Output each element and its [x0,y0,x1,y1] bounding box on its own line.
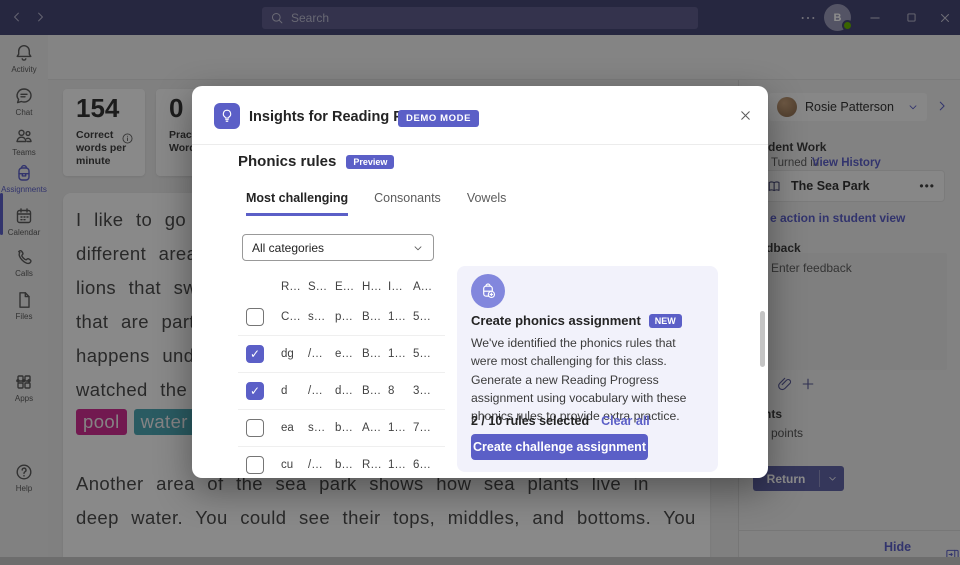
phonics-tabs: Most challenging Consonants Vowels [246,191,506,216]
create-challenge-assignment-button[interactable]: Create challenge assignment [471,434,648,460]
table-row: cu /… b… R… 1… 6… [238,447,445,478]
modal-close-icon[interactable] [734,104,756,126]
teams-window: ⋯ B Activity Chat Teams Assignments [0,0,960,565]
chevron-down-icon [412,242,424,254]
row-checkbox[interactable] [246,382,264,400]
modal-body: Phonics rules Preview Most challenging C… [192,144,768,478]
table-header-row: R… S… E… H… I… A… [238,275,445,299]
demo-mode-badge: DEMO MODE [398,110,479,127]
tab-most-challenging[interactable]: Most challenging [246,191,348,216]
table-row: ea s… b… A… 1… 7… [238,410,445,447]
new-badge: NEW [649,314,682,328]
row-checkbox[interactable] [246,308,264,326]
category-dropdown[interactable]: All categories [242,234,434,261]
insights-modal: Insights for Reading Progress DEMO MODE … [192,86,768,478]
backpack-plus-icon [471,274,505,308]
card-title: Create phonics assignment [471,313,641,328]
section-title: Phonics rules [238,153,336,170]
table-row: dg /… e… B… 1… 5… [238,336,445,373]
tab-vowels[interactable]: Vowels [467,191,507,216]
row-checkbox[interactable] [246,456,264,474]
row-checkbox[interactable] [246,419,264,437]
rules-selected-count: 2 / 10 rules selected [471,414,589,428]
lightbulb-icon [214,103,240,129]
tab-consonants[interactable]: Consonants [374,191,441,216]
row-checkbox[interactable] [246,345,264,363]
card-description: We've identified the phonics rules that … [471,334,704,425]
table-row: C… s… p… B… 1… 5… [238,299,445,336]
clear-all-link[interactable]: Clear all [601,414,650,428]
create-assignment-card: Create phonics assignment NEW We've iden… [457,266,718,472]
modal-scrollbar-thumb[interactable] [760,311,765,367]
preview-badge: Preview [346,155,394,169]
table-row: d /… d… B… 8 3… [238,373,445,410]
